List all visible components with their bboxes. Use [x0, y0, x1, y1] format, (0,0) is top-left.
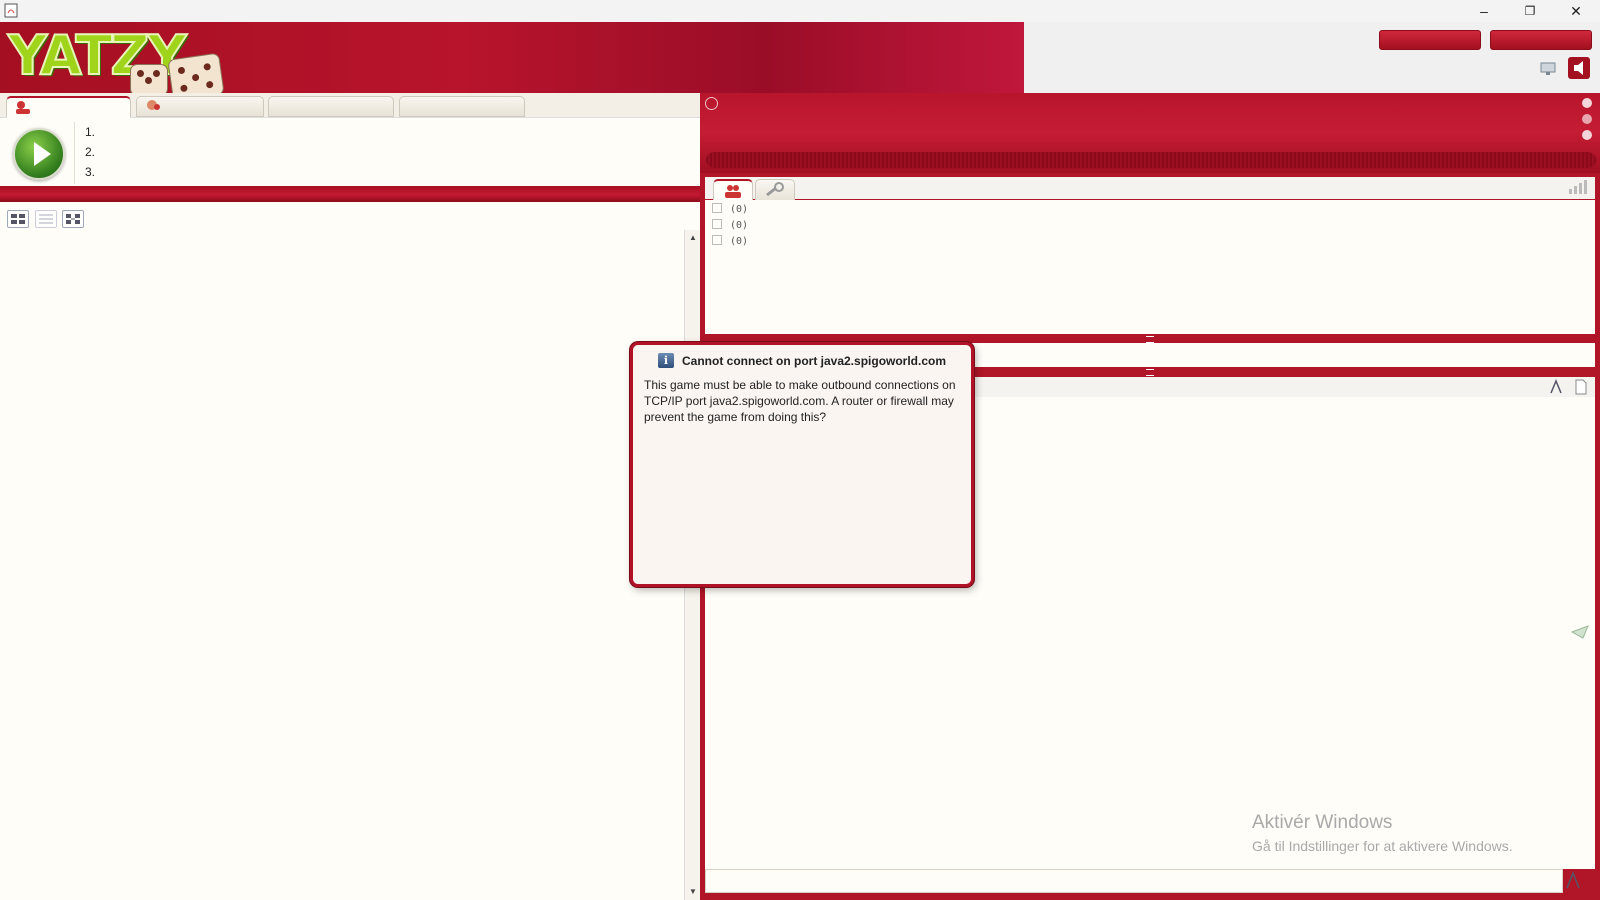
tab-settings[interactable]	[755, 179, 795, 202]
splitter-handle[interactable]	[1146, 336, 1154, 343]
collapse-icon[interactable]	[705, 97, 718, 110]
window-title-bar: – ❐ ✕	[0, 0, 1600, 22]
grid-view-icon[interactable]	[7, 210, 29, 228]
header-toolbar	[1024, 22, 1600, 93]
trophy-icon	[147, 100, 160, 110]
restore-button[interactable]: ❐	[1507, 0, 1553, 22]
user-group[interactable]: (0)	[712, 235, 748, 247]
players-icon	[16, 101, 30, 114]
game-header-banner: YATZY	[0, 22, 1024, 93]
scroll-down-arrow-icon[interactable]: ▼	[685, 884, 701, 900]
queue-item: 3.	[85, 165, 96, 179]
tab-3[interactable]	[268, 96, 394, 117]
dice-icon	[130, 64, 168, 93]
play-small-icon[interactable]	[1582, 98, 1592, 108]
users-icon	[725, 185, 741, 198]
windows-activation-title: Aktivér Windows	[1252, 812, 1393, 833]
queue-item: 1.	[85, 125, 96, 139]
user-group[interactable]: (0)	[712, 203, 748, 215]
left-panel	[0, 93, 700, 900]
tab-tournament[interactable]	[136, 96, 264, 117]
right-tab-bar	[705, 177, 1595, 199]
left-red-divider	[0, 186, 700, 202]
queue-item: 2.	[85, 145, 96, 159]
dialog-message: This game must be able to make outbound …	[644, 378, 956, 424]
queue-divider	[74, 122, 75, 184]
chat-input[interactable]	[705, 869, 1563, 893]
play-button[interactable]	[13, 128, 65, 180]
close-button[interactable]: ✕	[1553, 0, 1599, 22]
pause-small-icon[interactable]	[1582, 114, 1592, 124]
right-header-strip	[706, 152, 1596, 168]
windows-activation-subtitle: Gå til Indstillinger for at aktivere Win…	[1252, 838, 1513, 854]
collapse-box-icon[interactable]	[712, 219, 722, 229]
collapse-box-icon[interactable]	[712, 235, 722, 245]
table-view-icon[interactable]	[62, 210, 84, 228]
list-view-icon[interactable]	[35, 210, 57, 228]
minimize-button[interactable]: –	[1461, 0, 1507, 22]
info-icon: i	[658, 353, 674, 368]
splitter-handle[interactable]	[1146, 369, 1154, 376]
scroll-up-arrow-icon[interactable]: ▲	[685, 230, 701, 246]
dice-icon-large	[167, 52, 225, 93]
wrench-icon	[766, 182, 784, 197]
tab-players[interactable]	[6, 96, 131, 118]
signal-strength-icon	[1569, 180, 1587, 194]
user-list	[705, 200, 1595, 334]
document-icon[interactable]	[1574, 379, 1588, 395]
user-group[interactable]: (0)	[712, 219, 748, 231]
b-small-icon[interactable]	[1582, 130, 1592, 140]
collapse-box-icon[interactable]	[712, 203, 722, 213]
dialog-title: Cannot connect on port java2.spigoworld.…	[682, 354, 947, 368]
java-app-icon	[4, 3, 18, 18]
send-arrow-icon[interactable]	[1571, 625, 1589, 639]
tab-4[interactable]	[399, 96, 525, 117]
header-button-1[interactable]	[1379, 30, 1481, 50]
monitor-icon[interactable]	[1538, 58, 1558, 78]
font-icon[interactable]	[1548, 379, 1564, 395]
sound-icon[interactable]	[1568, 57, 1590, 79]
header-button-2[interactable]	[1490, 30, 1592, 50]
font-style-icon[interactable]	[1562, 869, 1584, 891]
